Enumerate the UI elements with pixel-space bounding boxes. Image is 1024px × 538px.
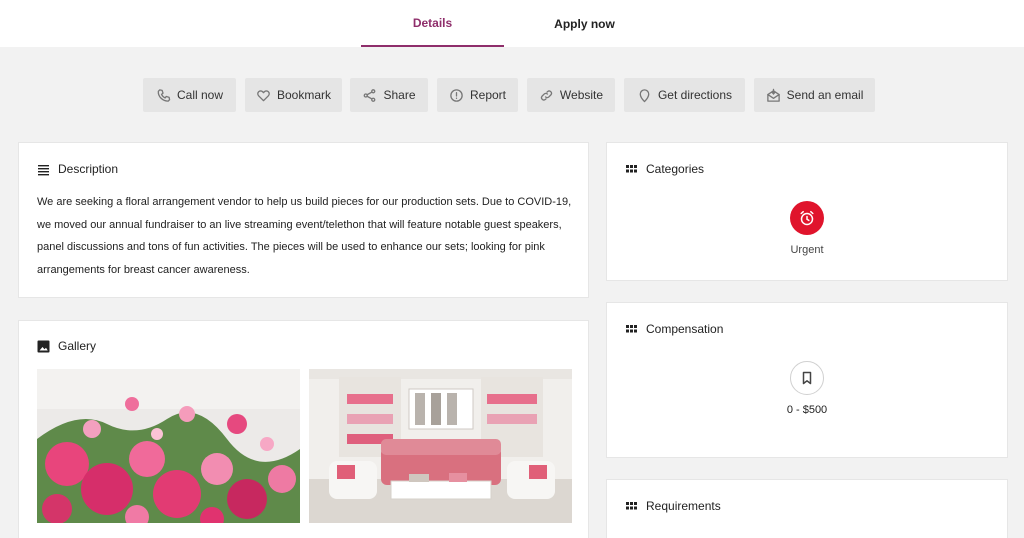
gallery-panel: Gallery bbox=[18, 320, 589, 538]
report-button[interactable]: Report bbox=[437, 78, 518, 112]
categories-title: Categories bbox=[646, 162, 705, 176]
phone-icon bbox=[157, 88, 171, 102]
bookmark-label: Bookmark bbox=[276, 88, 332, 102]
description-panel: Description We are seeking a floral arra… bbox=[18, 142, 589, 298]
compensation-title: Compensation bbox=[646, 322, 724, 336]
get-directions-label: Get directions bbox=[657, 88, 733, 102]
bookmark-icon bbox=[802, 371, 812, 385]
tab-bar: Details Apply now bbox=[0, 0, 1024, 47]
grid-icon bbox=[626, 324, 637, 332]
bookmark-button[interactable]: Bookmark bbox=[245, 78, 342, 112]
compensation-value: 0 - $500 bbox=[786, 404, 828, 416]
categories-header: Categories bbox=[625, 162, 704, 176]
requirements-header: Requirements bbox=[625, 499, 721, 513]
requirements-panel: Requirements bbox=[606, 479, 1008, 538]
category-label: Urgent bbox=[790, 244, 824, 256]
website-label: Website bbox=[559, 88, 604, 102]
call-now-label: Call now bbox=[176, 88, 224, 102]
share-button[interactable]: Share bbox=[350, 78, 428, 112]
description-header: Description bbox=[37, 162, 118, 176]
gallery-header: Gallery bbox=[37, 339, 96, 353]
list-icon bbox=[38, 164, 49, 175]
call-now-button[interactable]: Call now bbox=[143, 78, 236, 112]
tab-details[interactable]: Details bbox=[361, 0, 504, 47]
requirements-title: Requirements bbox=[646, 499, 721, 513]
description-title: Description bbox=[58, 162, 119, 176]
report-label: Report bbox=[469, 88, 507, 102]
compensation-panel: Compensation 0 - $500 bbox=[606, 302, 1008, 458]
gallery-title: Gallery bbox=[58, 339, 97, 353]
categories-panel: Categories Urgent bbox=[606, 142, 1008, 281]
grid-icon bbox=[626, 164, 637, 172]
share-label: Share bbox=[383, 88, 416, 102]
share-icon bbox=[364, 88, 376, 102]
alert-circle-icon bbox=[450, 88, 463, 102]
compensation-badge bbox=[790, 361, 824, 395]
get-directions-button[interactable]: Get directions bbox=[624, 78, 745, 112]
send-email-button[interactable]: Send an email bbox=[754, 78, 875, 112]
category-urgent[interactable]: Urgent bbox=[607, 201, 1007, 256]
gallery-image-flowers[interactable] bbox=[37, 369, 300, 523]
description-text: We are seeking a floral arrangement vend… bbox=[37, 196, 572, 276]
email-icon bbox=[766, 88, 780, 102]
image-icon bbox=[37, 340, 50, 352]
compensation-item: 0 - $500 bbox=[607, 361, 1007, 416]
action-bar: Call now Bookmark Share Report Website G… bbox=[0, 78, 1024, 112]
send-email-label: Send an email bbox=[786, 88, 864, 102]
grid-icon bbox=[626, 501, 637, 509]
gallery-image-living-room[interactable] bbox=[309, 369, 572, 523]
tab-apply-now[interactable]: Apply now bbox=[513, 0, 656, 47]
link-icon bbox=[540, 89, 553, 101]
alarm-clock-icon bbox=[800, 210, 814, 226]
compensation-header: Compensation bbox=[625, 322, 723, 336]
urgent-badge bbox=[790, 201, 824, 235]
website-button[interactable]: Website bbox=[527, 78, 615, 112]
map-pin-icon bbox=[639, 88, 650, 102]
heart-icon bbox=[257, 89, 270, 101]
